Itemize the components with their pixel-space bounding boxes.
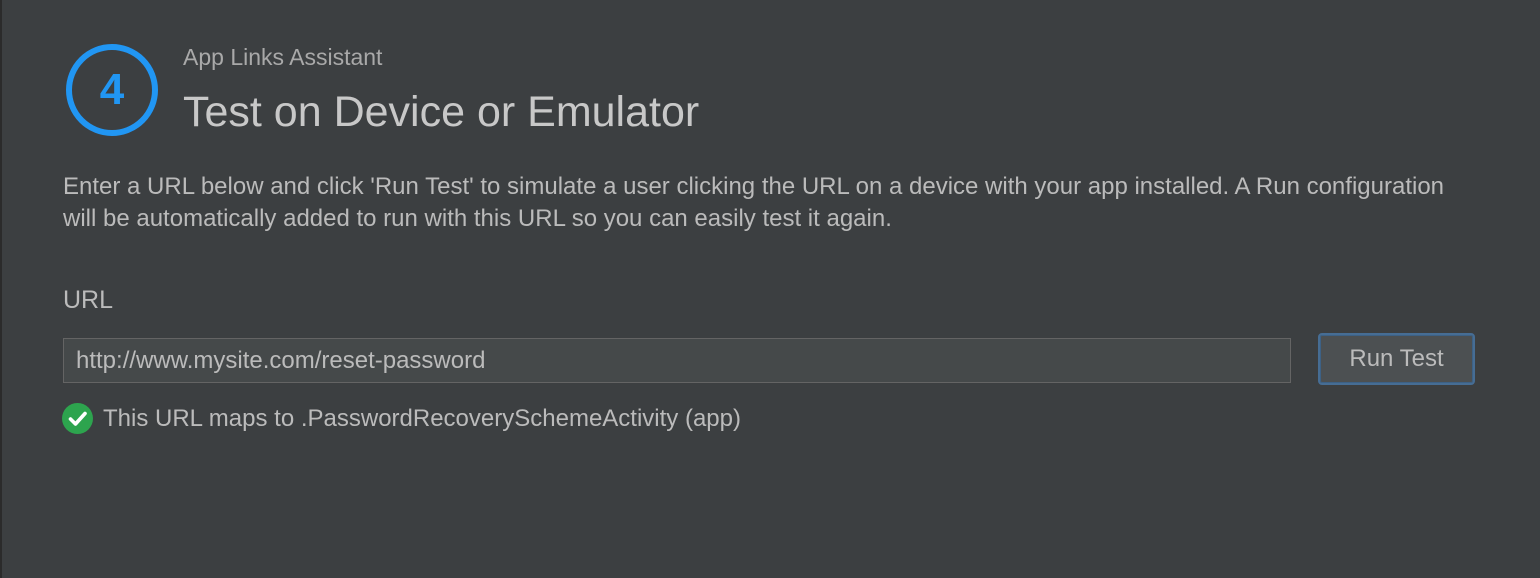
url-mapping-result-text: This URL maps to .PasswordRecoveryScheme… bbox=[103, 404, 741, 432]
step-number-badge: 4 bbox=[66, 44, 158, 136]
url-input[interactable] bbox=[63, 338, 1291, 383]
url-mapping-result: This URL maps to .PasswordRecoveryScheme… bbox=[62, 403, 741, 434]
url-label: URL bbox=[63, 286, 114, 314]
check-circle-icon bbox=[62, 403, 93, 434]
page-title: Test on Device or Emulator bbox=[183, 88, 700, 136]
instructions-text: Enter a URL below and click 'Run Test' t… bbox=[63, 173, 1445, 232]
assistant-name: App Links Assistant bbox=[183, 44, 383, 70]
step-number: 4 bbox=[99, 65, 125, 114]
run-test-button[interactable]: Run Test bbox=[1318, 333, 1475, 385]
panel-left-border bbox=[0, 0, 2, 578]
